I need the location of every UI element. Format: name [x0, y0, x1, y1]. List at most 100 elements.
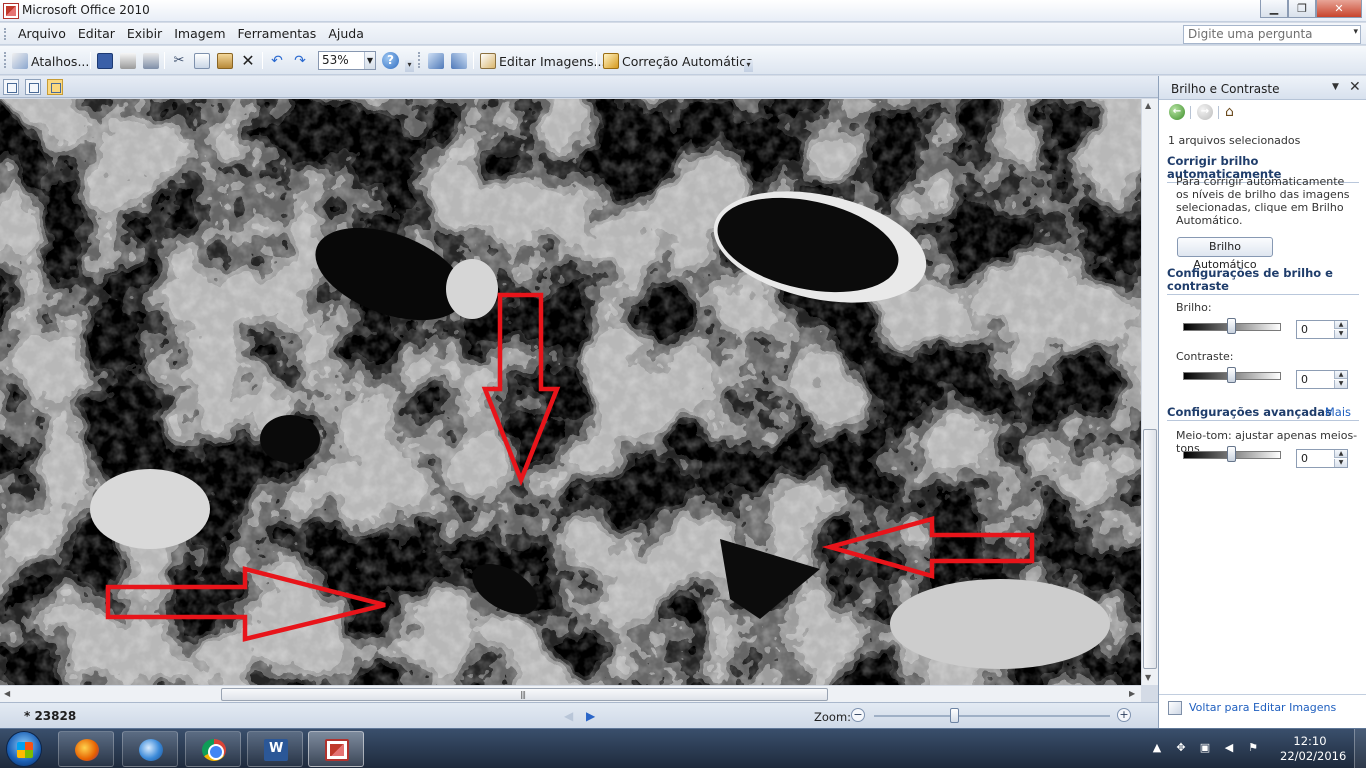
vertical-scrollbar[interactable]: ▲ ▼ [1141, 99, 1158, 685]
minimize-button[interactable]: ▁ [1260, 0, 1288, 18]
auto-brightness-button[interactable]: Brilho Automático [1177, 237, 1273, 271]
action-center-flag-icon[interactable]: ⚑ [1246, 741, 1260, 755]
taskbar-word[interactable] [247, 731, 303, 767]
midtone-slider-thumb[interactable] [1227, 446, 1236, 462]
zoom-in-icon[interactable]: + [1117, 708, 1131, 722]
taskbar-chrome[interactable] [185, 731, 241, 767]
contrast-slider-thumb[interactable] [1227, 367, 1236, 383]
show-desktop-button[interactable] [1354, 729, 1366, 768]
vertical-scroll-thumb[interactable] [1143, 429, 1157, 669]
scroll-left-icon[interactable]: ◀ [4, 689, 10, 698]
back-arrow-icon[interactable]: ← [1169, 104, 1185, 120]
spin-down-icon[interactable]: ▼ [1334, 380, 1347, 388]
spin-down-icon[interactable]: ▼ [1334, 330, 1347, 338]
close-button[interactable]: ✕ [1316, 0, 1362, 18]
scroll-up-icon[interactable]: ▲ [1145, 101, 1151, 110]
chevron-down-icon[interactable]: ▾ [1353, 27, 1358, 37]
forward-arrow-icon[interactable]: → [1197, 104, 1213, 120]
auto-correct-button[interactable]: Correção Automática [603, 51, 754, 71]
brightness-label: Brilho: [1176, 301, 1212, 314]
previous-picture-icon[interactable]: ◀ [564, 709, 573, 723]
single-picture-view-icon[interactable] [47, 79, 63, 95]
midtone-spinbox[interactable]: 0 ▲ ▼ [1296, 449, 1348, 468]
taskbar-firefox[interactable] [58, 731, 114, 767]
task-pane-header: Brilho e Contraste ▼ ✕ [1159, 76, 1366, 100]
next-picture-icon[interactable]: ▶ [586, 709, 595, 723]
tray-expand-icon[interactable]: ▲ [1150, 741, 1164, 755]
menu-imagem[interactable]: Imagem [168, 26, 231, 42]
redo-button[interactable]: ↷ [292, 51, 308, 71]
contrast-spinbox[interactable]: 0 ▲ ▼ [1296, 370, 1348, 389]
redo-icon: ↷ [294, 53, 306, 69]
brightness-slider[interactable] [1183, 318, 1281, 334]
start-button[interactable] [6, 731, 42, 767]
chevron-down-icon[interactable]: ▼ [364, 52, 375, 69]
midtone-slider[interactable] [1183, 446, 1281, 462]
image-canvas[interactable] [0, 99, 1141, 685]
delete-button[interactable]: ✕ [240, 51, 256, 71]
more-link[interactable]: Mais [1325, 406, 1351, 419]
copy-button[interactable] [194, 51, 210, 71]
rotate-right-button[interactable] [451, 51, 467, 71]
undo-icon: ↶ [271, 53, 283, 69]
zoom-slider-track[interactable] [874, 715, 1110, 717]
zoom-out-icon[interactable]: − [851, 708, 865, 722]
volume-icon[interactable]: ◀ [1222, 741, 1236, 755]
menu-grip[interactable] [4, 28, 7, 40]
shortcuts-icon [12, 53, 28, 69]
rotate-left-icon [428, 53, 444, 69]
spin-up-icon[interactable]: ▲ [1334, 321, 1347, 329]
toolbar-grip[interactable] [4, 52, 7, 68]
close-icon[interactable]: ✕ [1349, 79, 1361, 95]
filmstrip-view-icon[interactable] [25, 79, 41, 95]
rotate-right-icon [451, 53, 467, 69]
menu-ferramentas[interactable]: Ferramentas [232, 26, 323, 42]
zoom-combo[interactable]: 53% ▼ [318, 51, 376, 70]
menu-arquivo[interactable]: Arquivo [12, 26, 72, 42]
tray-dropbox-icon[interactable]: ✥ [1174, 741, 1188, 755]
print-button[interactable] [120, 51, 136, 71]
toolbar-overflow-chevron-icon[interactable]: ▾ [744, 60, 753, 72]
firefox-icon [75, 739, 99, 761]
zoom-slider-thumb[interactable] [949, 708, 959, 723]
brightness-slider-thumb[interactable] [1227, 318, 1236, 334]
toolbar-grip[interactable] [418, 52, 421, 68]
rotate-left-button[interactable] [428, 51, 444, 71]
spin-up-icon[interactable]: ▲ [1334, 371, 1347, 379]
spin-down-icon[interactable]: ▼ [1334, 459, 1347, 467]
back-to-edit-images-link[interactable]: Voltar para Editar Imagens [1189, 701, 1336, 714]
chevron-down-icon[interactable]: ▼ [1332, 82, 1339, 92]
cut-button[interactable]: ✂ [171, 51, 187, 71]
contrast-slider[interactable] [1183, 367, 1281, 383]
zoom-label: Zoom: [814, 710, 852, 724]
scroll-right-icon[interactable]: ▶ [1129, 689, 1135, 698]
maximize-button[interactable]: ❐ [1288, 0, 1316, 18]
taskbar-clock[interactable]: 12:10 22/02/2016 [1280, 734, 1346, 764]
nav-separator [1190, 106, 1191, 119]
advanced-settings-heading: Configurações avançadas Mais [1167, 406, 1359, 421]
home-icon[interactable]: ⌂ [1225, 104, 1241, 120]
thumbnail-view-icon[interactable] [3, 79, 19, 95]
edit-images-button[interactable]: Editar Imagens... [480, 51, 605, 71]
shortcuts-button[interactable]: Atalhos... [12, 51, 89, 71]
network-icon[interactable]: ▣ [1198, 741, 1212, 755]
brightness-spinbox[interactable]: 0 ▲ ▼ [1296, 320, 1348, 339]
system-tray: ▲ ✥ ▣ ◀ ⚑ [1150, 741, 1260, 755]
scroll-down-icon[interactable]: ▼ [1145, 673, 1151, 682]
contrast-value: 0 [1301, 373, 1308, 386]
scan-button[interactable] [143, 51, 159, 71]
menu-ajuda[interactable]: Ajuda [322, 26, 370, 42]
menu-editar[interactable]: Editar [72, 26, 121, 42]
spin-up-icon[interactable]: ▲ [1334, 450, 1347, 458]
horizontal-scroll-thumb[interactable]: ||| [221, 688, 828, 701]
save-button[interactable] [97, 51, 113, 71]
menu-exibir[interactable]: Exibir [121, 26, 168, 42]
paste-button[interactable] [217, 51, 233, 71]
horizontal-scrollbar[interactable]: ◀ ||| ▶ [0, 685, 1141, 702]
taskbar-picture-manager[interactable] [308, 731, 364, 767]
ask-question-input[interactable]: Digite uma pergunta ▾ [1183, 25, 1361, 44]
toolbar-overflow-chevron-icon[interactable]: ▾ [405, 60, 414, 72]
taskbar-google-earth[interactable] [122, 731, 178, 767]
help-icon[interactable]: ? [382, 52, 399, 69]
undo-button[interactable]: ↶ [269, 51, 285, 71]
